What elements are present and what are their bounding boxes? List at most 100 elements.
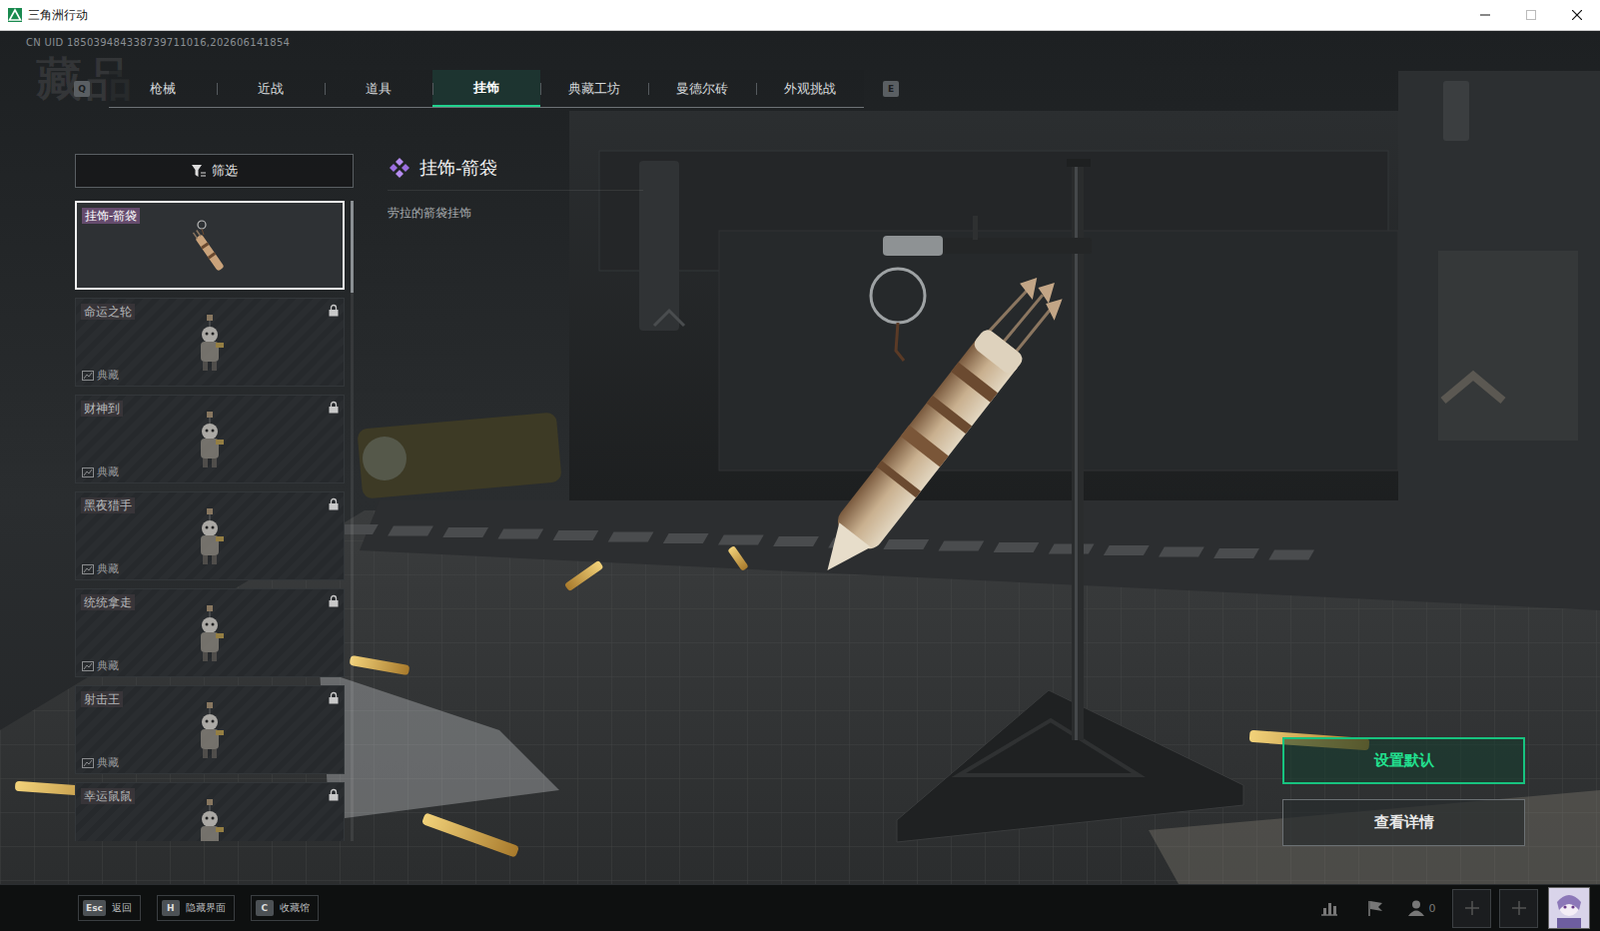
figure-charm-icon <box>187 506 232 569</box>
category-tab[interactable]: 近战 <box>216 69 325 107</box>
collection-item[interactable]: 黑夜猎手典藏 <box>74 491 345 581</box>
item-tag: 典藏 <box>81 658 119 674</box>
lock-icon <box>328 788 339 801</box>
title-bar: 三角洲行动 <box>0 0 1600 31</box>
friends-button[interactable]: 0 <box>1398 884 1445 931</box>
maximize-icon <box>1526 9 1537 20</box>
item-name: 命运之轮 <box>80 303 135 320</box>
item-tag: 典藏 <box>81 464 119 480</box>
key-hint[interactable]: C 收藏馆 <box>250 894 319 921</box>
item-name: 挂饰-箭袋 <box>81 207 140 224</box>
lock-icon <box>328 497 339 511</box>
category-tab[interactable]: 挂饰 <box>432 69 541 107</box>
item-tag: 典藏 <box>81 561 119 577</box>
collection-item[interactable]: 幸运鼠鼠 <box>74 782 345 841</box>
stats-button[interactable] <box>1306 884 1353 931</box>
team-slot[interactable] <box>1499 888 1539 928</box>
player-avatar[interactable] <box>1548 886 1591 929</box>
filter-icon <box>191 164 206 178</box>
tag-label: 典藏 <box>96 561 119 577</box>
lock-icon <box>328 594 339 608</box>
button-label: 查看详情 <box>1374 812 1435 832</box>
figure-charm-icon <box>187 797 232 841</box>
app-logo-icon <box>7 7 22 22</box>
item-name: 统统拿走 <box>80 594 135 611</box>
maximize-button[interactable] <box>1508 0 1555 31</box>
close-button[interactable] <box>1554 0 1600 31</box>
collection-item[interactable]: 统统拿走典藏 <box>74 588 345 678</box>
hint-label: 收藏馆 <box>279 900 310 915</box>
scroll-thumb[interactable] <box>350 200 354 293</box>
collection-screen: 藏品CN UID 185039484338739711016,202606141… <box>0 30 1600 884</box>
collection-tag-icon <box>81 661 94 672</box>
lock-icon <box>328 691 339 705</box>
category-tab[interactable]: 曼德尔砖 <box>648 69 757 107</box>
item-name: 财神到 <box>80 400 123 417</box>
view-details-button[interactable]: 查看详情 <box>1282 799 1526 846</box>
next-tab-key[interactable]: E <box>882 80 899 97</box>
filter-label: 筛选 <box>211 161 238 180</box>
flag-icon <box>1366 898 1385 917</box>
person-icon <box>1407 898 1426 917</box>
avatar-portrait-icon <box>1549 887 1590 928</box>
status-area: 0 <box>1306 884 1600 931</box>
item-name: 黑夜猎手 <box>80 497 135 514</box>
hint-label: 返回 <box>111 900 132 915</box>
item-panel: 筛选挂饰-箭袋命运之轮典藏财神到典藏黑夜猎手典藏统统拿走典藏射击王典藏幸运鼠鼠 <box>74 153 354 884</box>
item-tag: 典藏 <box>81 755 119 771</box>
list-scrollbar[interactable] <box>350 200 354 841</box>
tab-label: 挂饰 <box>473 78 500 97</box>
collection-tag-icon <box>81 370 94 381</box>
rarity-diamond-icon <box>387 155 412 180</box>
bottom-bar: Esc 返回 H 隐藏界面 C 收藏馆 0 <box>0 883 1600 931</box>
filter-button[interactable]: 筛选 <box>74 153 354 188</box>
lock-icon <box>328 400 339 414</box>
collection-item[interactable]: 挂饰-箭袋 <box>74 200 345 290</box>
collection-item[interactable]: 射击王典藏 <box>74 685 345 775</box>
figure-charm-icon <box>187 312 232 375</box>
item-detail: 挂饰-箭袋劳拉的箭袋挂饰 <box>387 153 644 884</box>
collection-tag-icon <box>81 758 94 769</box>
tab-label: 近战 <box>257 79 284 98</box>
figure-charm-icon <box>187 409 232 472</box>
tag-label: 典藏 <box>96 367 119 383</box>
tag-label: 典藏 <box>96 658 119 674</box>
prev-tab-key[interactable]: Q <box>73 80 90 97</box>
flag-button[interactable] <box>1352 884 1399 931</box>
tab-label: 外观挑战 <box>784 79 836 98</box>
bar-chart-icon <box>1320 899 1339 916</box>
tab-label: 道具 <box>365 79 392 98</box>
category-tab[interactable]: 枪械 <box>108 69 217 107</box>
hint-key: H <box>161 899 180 916</box>
category-tab[interactable]: 典藏工坊 <box>540 69 649 107</box>
category-tab[interactable]: 道具 <box>324 69 433 107</box>
collection-item[interactable]: 命运之轮典藏 <box>74 297 345 387</box>
tab-label: 曼德尔砖 <box>676 79 729 98</box>
hint-key: Esc <box>82 899 106 916</box>
tab-row: Q 枪械 近战 道具 挂饰 典藏工坊 曼德尔砖 外观挑战 E <box>0 69 1600 108</box>
tab-label: 典藏工坊 <box>568 79 621 98</box>
item-name: 幸运鼠鼠 <box>80 788 135 804</box>
detail-description: 劳拉的箭袋挂饰 <box>387 204 644 222</box>
collection-tag-icon <box>81 467 94 478</box>
tab-strip: 枪械 近战 道具 挂饰 典藏工坊 曼德尔砖 外观挑战 <box>108 69 864 108</box>
minimize-icon <box>1480 9 1491 20</box>
set-default-button[interactable]: 设置默认 <box>1282 737 1526 785</box>
quiver-charm-icon <box>187 216 232 279</box>
figure-charm-icon <box>187 700 232 763</box>
button-label: 设置默认 <box>1374 751 1435 771</box>
item-name: 射击王 <box>80 691 123 708</box>
collection-item[interactable]: 财神到典藏 <box>74 394 345 484</box>
key-hint[interactable]: Esc 返回 <box>77 894 141 921</box>
hint-key: C <box>255 899 274 916</box>
collection-tag-icon <box>81 564 94 575</box>
team-slot[interactable] <box>1452 888 1492 928</box>
tag-label: 典藏 <box>96 755 119 771</box>
hint-label: 隐藏界面 <box>185 900 226 915</box>
item-list: 挂饰-箭袋命运之轮典藏财神到典藏黑夜猎手典藏统统拿走典藏射击王典藏幸运鼠鼠 <box>74 200 345 841</box>
minimize-button[interactable] <box>1462 0 1509 31</box>
category-tab[interactable]: 外观挑战 <box>756 69 864 107</box>
lock-icon <box>328 303 339 317</box>
key-hint[interactable]: H 隐藏界面 <box>156 894 235 921</box>
detail-title: 挂饰-箭袋 <box>419 155 499 180</box>
